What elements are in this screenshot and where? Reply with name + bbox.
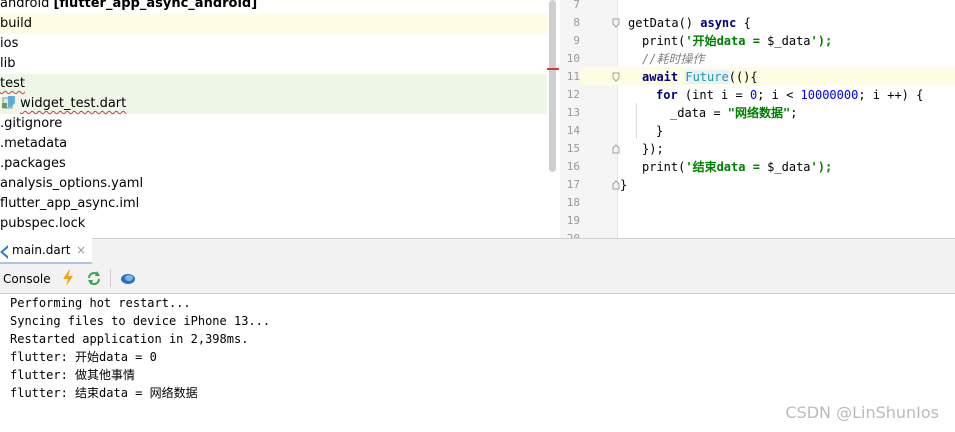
code-token: ((){ xyxy=(728,70,758,84)
console-tab-label[interactable]: Console xyxy=(3,272,51,286)
line-number: 15 xyxy=(566,142,580,155)
tree-item-pubspec-lock[interactable]: pubspec.lock xyxy=(0,214,547,234)
tree-item-root[interactable]: android [flutter_app_async_android] xyxy=(0,0,547,14)
tree-item-label: .metadata xyxy=(0,136,68,151)
code-token: await xyxy=(642,70,679,84)
tree-item-label: test xyxy=(0,76,25,91)
code-line-8: getData() async { xyxy=(628,14,751,32)
tab-main-dart[interactable]: main.dart × xyxy=(0,238,92,264)
tree-item-label: build xyxy=(0,16,32,31)
tree-scrollbar[interactable] xyxy=(549,0,556,172)
code-token: (int i = xyxy=(677,88,750,102)
code-token: '); xyxy=(810,160,833,174)
code-token: _data = xyxy=(670,106,728,120)
line-number: 11 xyxy=(566,70,580,83)
code-token: '); xyxy=(810,34,833,48)
tree-root-label: android xyxy=(0,0,50,11)
code-line-16: print('结束data = $_data'); xyxy=(642,158,832,176)
line-number: 20 xyxy=(560,230,580,238)
line-number: 14 xyxy=(566,124,580,137)
code-token: ; xyxy=(790,106,798,120)
code-token: "网络数据" xyxy=(727,106,791,120)
indent-guide xyxy=(636,103,637,139)
error-marker xyxy=(547,68,559,70)
tree-item-ios[interactable]: ios xyxy=(0,34,547,54)
close-icon[interactable]: × xyxy=(76,243,86,257)
tree-item-label: analysis_options.yaml xyxy=(0,176,144,191)
code-token: { xyxy=(736,16,751,30)
hot-restart-icon[interactable] xyxy=(86,270,102,290)
code-token: Future xyxy=(685,70,729,84)
code-line-11: await Future((){ xyxy=(642,68,758,86)
console-line: flutter: 做其他事情 xyxy=(10,368,136,382)
line-number: 13 xyxy=(566,106,580,119)
flutter-icon xyxy=(0,244,8,263)
code-line-14: } xyxy=(656,124,664,138)
code-token: print( xyxy=(642,160,686,174)
line-number: 12 xyxy=(566,88,580,101)
tree-item-build[interactable]: build xyxy=(0,14,547,34)
tree-item-label: .gitignore xyxy=(0,116,63,131)
tree-root-suffix: [flutter_app_async_android] xyxy=(53,0,258,11)
line-number: 18 xyxy=(566,196,580,209)
watermark: CSDN @LinShunIos xyxy=(785,403,939,422)
code-token: '开始data = xyxy=(685,34,768,48)
devtools-icon[interactable] xyxy=(120,271,136,291)
run-tab-bar xyxy=(0,238,955,266)
line-number: 7 xyxy=(573,0,580,11)
dart-file-icon xyxy=(2,95,16,109)
code-line-15: }); xyxy=(642,142,664,156)
line-number: 10 xyxy=(566,52,580,65)
code-token: ; i < xyxy=(757,88,801,102)
tree-item-metadata[interactable]: .metadata xyxy=(0,134,547,154)
tree-item-iml[interactable]: flutter_app_async.iml xyxy=(0,194,547,214)
code-token: '结束data = xyxy=(685,160,768,174)
code-token: for xyxy=(656,88,678,102)
console-line: Restarted application in 2,398ms. xyxy=(10,332,249,346)
console-line: flutter: 结束data = 网络数据 xyxy=(10,386,198,400)
console-toolbar: Console xyxy=(0,265,955,294)
code-line-9: print('开始data = $_data'); xyxy=(642,32,832,50)
hot-reload-icon[interactable] xyxy=(62,270,74,290)
code-line-10: //耗时操作 xyxy=(642,52,705,66)
code-token: getData() xyxy=(628,16,701,30)
tree-item-lib[interactable]: lib xyxy=(0,54,547,74)
console-line: flutter: 开始data = 0 xyxy=(10,350,157,364)
project-tree: android [flutter_app_async_android] buil… xyxy=(0,0,547,238)
tree-item-label: lib xyxy=(0,56,16,71)
code-token: $_data xyxy=(767,34,811,48)
toolbar-divider xyxy=(110,269,111,287)
tree-item-label: pubspec.lock xyxy=(0,216,86,231)
code-line-13: _data = "网络数据"; xyxy=(670,104,797,122)
tree-item-label: widget_test.dart xyxy=(20,96,127,111)
tree-item-test[interactable]: test xyxy=(0,74,547,94)
tree-item-gitignore[interactable]: .gitignore xyxy=(0,114,547,134)
line-number: 8 xyxy=(573,16,580,29)
code-token: ; i ++) { xyxy=(858,88,924,102)
console-line: Syncing files to device iPhone 13... xyxy=(10,314,271,328)
console-line: Performing hot restart... xyxy=(10,296,191,310)
line-number: 17 xyxy=(566,178,580,191)
tree-item-label: ios xyxy=(0,36,19,51)
tab-label: main.dart xyxy=(12,243,71,257)
tree-item-packages[interactable]: .packages xyxy=(0,154,547,174)
code-token: $_data xyxy=(767,160,811,174)
tree-item-analysis-options[interactable]: analysis_options.yaml xyxy=(0,174,547,194)
code-token: 10000000 xyxy=(800,88,859,102)
tree-item-label: flutter_app_async.iml xyxy=(0,196,140,211)
code-line-12: for (int i = 0; i < 10000000; i ++) { xyxy=(656,86,923,104)
tree-item-widget-test[interactable]: widget_test.dart xyxy=(0,94,547,114)
code-line-17: } xyxy=(620,178,628,192)
tree-item-label: .packages xyxy=(0,156,66,171)
line-number: 19 xyxy=(566,214,580,227)
line-number: 9 xyxy=(573,34,580,47)
code-token: print( xyxy=(642,34,686,48)
code-editor[interactable]: getData() async { print('开始data = $_data… xyxy=(618,0,955,238)
code-token: async xyxy=(700,16,737,30)
line-number: 16 xyxy=(566,160,580,173)
